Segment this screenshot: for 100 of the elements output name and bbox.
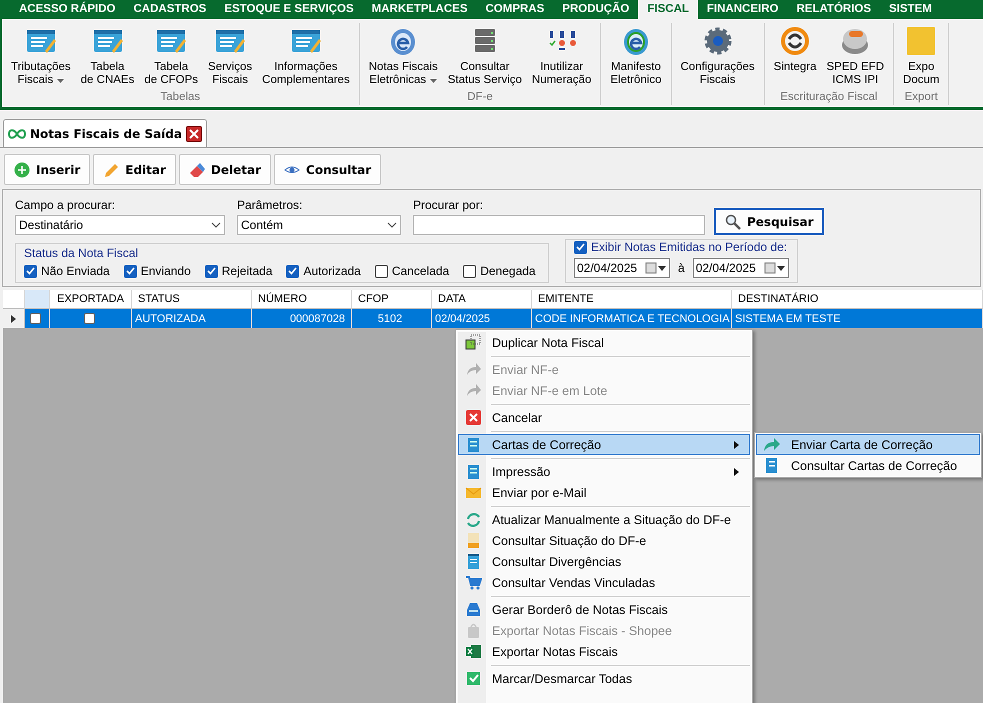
ribbon-button[interactable]: Serviços Fiscais — [203, 23, 258, 91]
row-checkbox[interactable] — [30, 313, 41, 324]
menu-item[interactable]: Enviar por e-Mail — [458, 482, 750, 503]
toolbar-button[interactable]: Inserir — [4, 154, 90, 185]
ribbon-button[interactable]: Notas Fiscais Eletrônicas — [364, 23, 443, 91]
menu-tab[interactable]: RELATÓRIOS — [787, 0, 880, 19]
table-cell: 000087028 — [252, 309, 352, 328]
search-button[interactable]: Pesquisar — [714, 208, 824, 235]
checkmark-icon — [576, 243, 585, 251]
cart-icon — [464, 574, 482, 591]
menu-item[interactable]: Consultar Vendas Vinculadas — [458, 572, 750, 593]
pencil-icon — [103, 162, 120, 178]
group-title: Status da Nota Fiscal — [24, 246, 140, 260]
dropdown[interactable]: Destinatário — [15, 215, 225, 235]
spreadsheet-icon — [464, 643, 482, 660]
field-label: Campo a procurar: — [15, 198, 116, 212]
period-checkbox[interactable]: Exibir Notas Emitidas no Período de: — [574, 240, 789, 254]
table-cell: CODE INFORMATICA E TECNOLOGIA — [532, 309, 732, 328]
document-tab[interactable]: Notas Fiscais de Saída — [3, 119, 207, 147]
ribbon-button[interactable]: Consultar Status Serviço — [442, 23, 527, 91]
menu-item[interactable]: Gerar Borderô de Notas Fiscais — [458, 599, 750, 620]
menu-item[interactable]: Consultar Divergências — [458, 551, 750, 572]
menu-item[interactable]: Consultar Situação do DF-e — [458, 530, 750, 551]
checkmark-icon — [288, 267, 298, 275]
duplicate-icon — [464, 334, 482, 351]
menu-tab[interactable]: COMPRAS — [476, 0, 554, 19]
table-cell: SISTEMA EM TESTE — [732, 309, 983, 328]
ribbon-button[interactable]: SPED EFD ICMS IPI — [822, 23, 890, 91]
add-icon — [14, 162, 30, 178]
group-label: Export — [904, 91, 938, 105]
checkmark-icon — [26, 267, 35, 275]
menu-item[interactable]: Atualizar Manualmente a Situação do DF-e — [458, 509, 750, 530]
close-button[interactable] — [186, 126, 202, 142]
status-checkbox[interactable]: Denegada — [463, 264, 536, 278]
calendar-icon[interactable] — [764, 262, 786, 274]
menu-tab[interactable]: FINANCEIRO — [698, 0, 788, 19]
settings-icon — [702, 25, 734, 57]
toolbar-button[interactable]: Editar — [93, 154, 176, 185]
ribbon-button[interactable]: Expo Docum — [898, 23, 944, 91]
ribbon-button[interactable]: Inutilizar Numeração — [526, 23, 596, 91]
menu-tab[interactable]: SISTEM — [880, 0, 941, 19]
status-checkbox[interactable]: Não Enviada — [24, 264, 110, 278]
row-header[interactable] — [3, 309, 25, 328]
table-cell: 02/04/2025 — [432, 309, 532, 328]
menu-item[interactable]: Consultar Cartas de Correção — [756, 455, 980, 476]
checkmark-icon — [206, 267, 216, 275]
ribbon-button[interactable]: Tributações Fiscais — [6, 23, 76, 91]
menu-tab[interactable]: PRODUÇÃO — [553, 0, 638, 19]
status-checkbox[interactable]: Autorizada — [286, 264, 361, 278]
submenu-arrow-icon — [734, 440, 739, 448]
sync-icon — [779, 25, 812, 57]
menu-item[interactable]: Cancelar — [458, 407, 750, 428]
table-cell: AUTORIZADA — [132, 309, 252, 328]
tab-title: Notas Fiscais de Saída — [30, 126, 182, 140]
table-row[interactable]: AUTORIZADA 000087028 5102 02/04/2025 CODE INFORMATICA E TECNOLOGIA SISTEMA EM TESTE — [3, 309, 983, 328]
menu-item[interactable]: Cartas de Correção — [458, 434, 750, 455]
field-label: Procurar por: — [413, 198, 484, 212]
folder-icon — [905, 25, 938, 57]
ribbon-button[interactable]: Configurações Fiscais — [676, 23, 760, 91]
ribbon-button[interactable]: Manifesto Eletrônico — [605, 23, 666, 91]
menu-item[interactable]: Duplicar Nota Fiscal — [458, 332, 750, 353]
menu-tab[interactable]: ESTOQUE E SERVIÇOS — [215, 0, 363, 19]
toolbar-button[interactable]: Deletar — [178, 154, 272, 185]
status-checkbox[interactable]: Cancelada — [374, 264, 450, 278]
menu-tab[interactable]: ACESSO RÁPIDO — [10, 0, 124, 19]
date-field[interactable]: 02/04/2025 — [574, 258, 670, 278]
menu-item[interactable]: Marcar/Desmarcar Todas — [458, 668, 750, 689]
group-label: Tabelas — [160, 91, 200, 105]
menu-item[interactable]: Enviar Carta de Correção — [756, 434, 980, 455]
field-label: Parâmetros: — [237, 198, 304, 212]
menu-tab[interactable]: CADASTROS — [124, 0, 216, 19]
checked-box-icon — [464, 670, 482, 687]
toolbar-button[interactable]: Consultar — [274, 154, 382, 185]
caret-icon — [57, 79, 64, 83]
tray-icon — [464, 601, 482, 618]
group-label: Escrituração Fiscal — [780, 91, 878, 105]
checkmark-icon — [126, 267, 135, 275]
menu-item[interactable]: Impressão — [458, 461, 750, 482]
calendar-icon[interactable] — [645, 262, 667, 274]
close-icon — [464, 409, 482, 426]
row-pointer-icon — [11, 314, 16, 322]
dropdown[interactable]: Contém — [237, 215, 401, 235]
ribbon-button[interactable]: Sintegra — [768, 23, 822, 91]
ribbon-button[interactable]: Tabela de CNAEs — [76, 23, 140, 91]
table-cell: 5102 — [352, 309, 432, 328]
menu-tab[interactable]: MARKETPLACES — [362, 0, 476, 19]
submenu-arrow-icon — [734, 468, 739, 476]
status-checkbox[interactable]: Enviando — [124, 264, 191, 278]
range-separator: à — [678, 261, 685, 275]
menu-tab[interactable]: FISCAL — [638, 0, 698, 19]
search-field[interactable] — [413, 215, 705, 235]
status-checkbox[interactable]: Rejeitada — [204, 264, 272, 278]
menu-item[interactable]: Exportar Notas Fiscais — [458, 641, 750, 662]
date-field[interactable]: 02/04/2025 — [692, 258, 789, 278]
header-corner-cell — [3, 290, 25, 309]
ribbon-button[interactable]: Tabela de CFOPs — [139, 23, 204, 91]
search-icon — [725, 214, 741, 230]
group-label: DF-e — [467, 91, 493, 105]
chevron-icon — [211, 222, 221, 228]
ribbon-button[interactable]: Informações Complementares — [257, 23, 355, 91]
